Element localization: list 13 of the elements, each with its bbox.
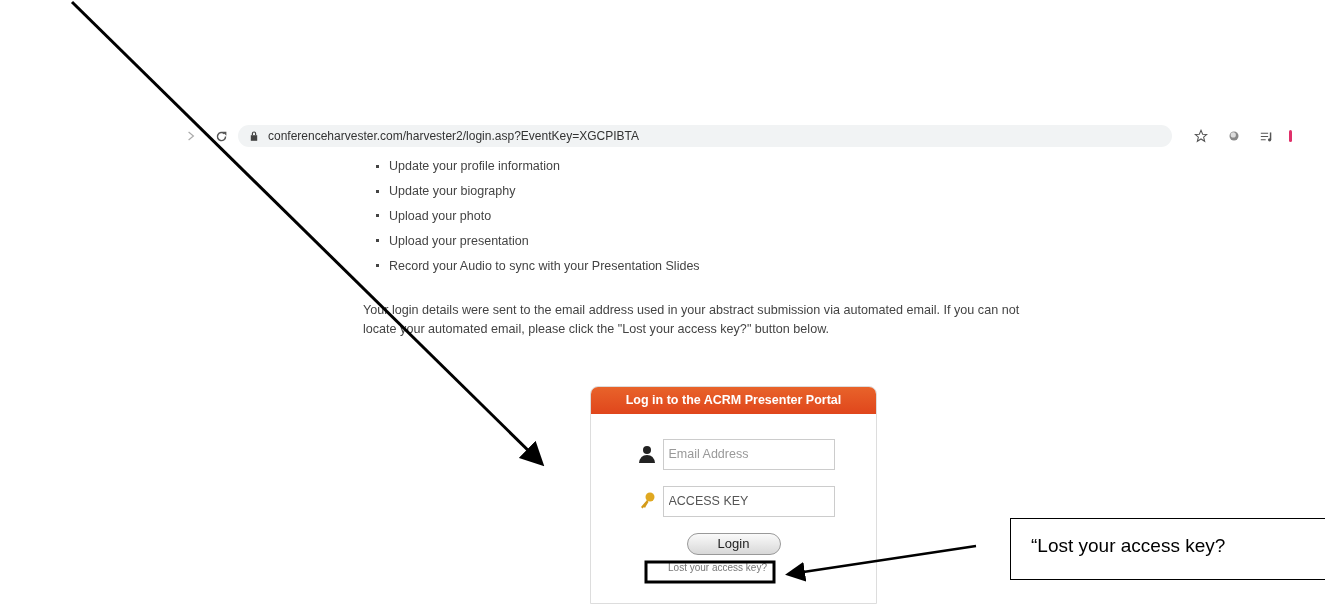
access-key-field[interactable]: ACCESS KEY [662,486,835,517]
list-item-text: Update your biography [389,184,516,199]
login-card-title: Log in to the ACRM Presenter Portal [591,387,876,414]
address-bar[interactable]: conferenceharvester.com/harvester2/login.asp?EventKey=XGCPIBTA [238,125,1172,147]
lost-access-key-link[interactable]: Lost your access key? [668,562,767,573]
list-item-text: Record your Audio to sync with your Presentation Slides [389,258,700,273]
email-field[interactable]: Email Address [662,439,835,470]
list-item-text: Upload your photo [389,209,492,223]
url-text: conferenceharvester.com/harvester2/login.asp?EventKey=XGCPIBTA [268,129,639,143]
login-button[interactable]: Login [686,533,781,555]
list-item-text: Update your profile information [389,159,560,174]
list-item-text: Upload your presentation [389,233,529,248]
callout-text: “Lost your access key? [1010,518,1325,580]
